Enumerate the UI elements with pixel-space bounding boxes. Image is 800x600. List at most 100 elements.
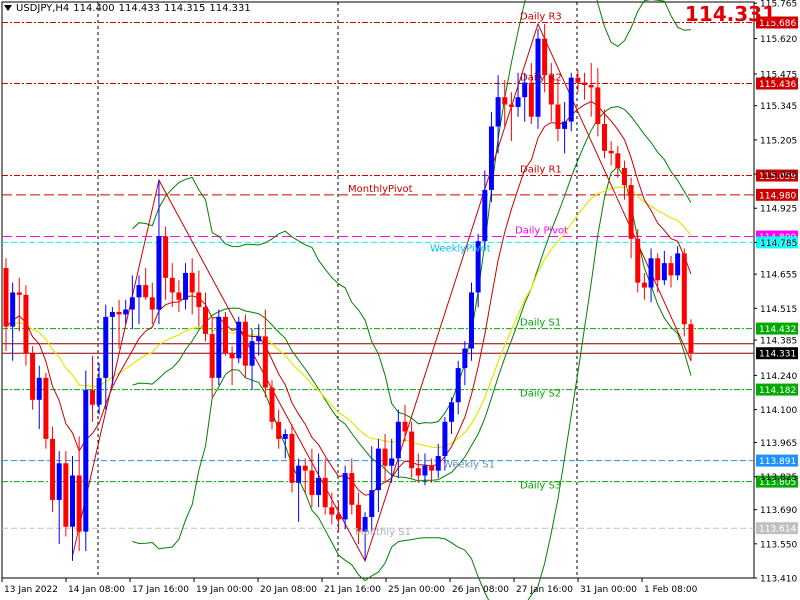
candle-body (302, 465, 308, 471)
candle-body (608, 150, 614, 154)
level-text-daily-r2: Daily R2 (520, 73, 562, 84)
candle-body (615, 153, 621, 168)
candle-body (482, 189, 488, 242)
candle-body (382, 448, 388, 466)
y-tick-label: 113.825 (760, 473, 797, 483)
low-value: 114.315 (164, 3, 206, 14)
candle-body (469, 292, 474, 349)
candle-body (488, 126, 494, 190)
y-tick-label: 114.385 (760, 337, 797, 347)
y-tick-label: 113.690 (760, 506, 797, 516)
y-tick-label: 115.475 (760, 71, 797, 81)
y-tick-label: 114.240 (760, 372, 797, 382)
candle-body (176, 292, 182, 300)
candle-body (236, 321, 242, 359)
candle-body (189, 272, 195, 293)
y-tick-label: 115.345 (760, 102, 797, 112)
candle-body (242, 321, 248, 366)
level-text-daily-s2: Daily S2 (520, 389, 561, 400)
candle-body (409, 431, 415, 469)
candle-body (402, 421, 408, 432)
candle-body (582, 82, 588, 85)
y-tick-label: 115.620 (760, 35, 797, 45)
x-tick-label: 31 Jan 00:00 (580, 585, 637, 595)
price-chart[interactable]: Daily R3 Daily R2 Daily R1 MonthlyPivot Dail… (0, 0, 800, 600)
level-text-daily-pivot: Daily Pivot (515, 226, 568, 237)
current-price-label: 114.331 (759, 350, 796, 360)
candle-body (508, 104, 514, 107)
candle-body (43, 377, 49, 439)
candle-body (103, 316, 109, 378)
y-tick-label: 114.925 (760, 205, 797, 215)
candle-body (276, 421, 282, 439)
candle-body (588, 84, 594, 88)
candle-body (269, 387, 275, 422)
candle-body (56, 463, 62, 500)
candle-body (76, 475, 82, 532)
y-tick-label: 113.550 (760, 540, 797, 550)
candle-body (123, 309, 129, 315)
candle-body (688, 324, 694, 354)
candle-body (89, 390, 95, 405)
y-tick-label: 114.515 (760, 305, 797, 315)
x-tick-label: 26 Jan 08:00 (452, 585, 509, 595)
candle-body (136, 285, 142, 298)
y-tick-label: 115.065 (760, 171, 797, 181)
open-value: 114.400 (73, 3, 115, 14)
x-tick-label: 25 Jan 00:00 (388, 585, 445, 595)
level-text-daily-r1: Daily R1 (520, 165, 562, 176)
candle-body (442, 421, 448, 456)
x-tick-label: 14 Jan 08:00 (68, 585, 125, 595)
level-text-daily-s3: Daily S3 (520, 481, 561, 492)
candle-body (595, 87, 601, 125)
candle-body (3, 268, 9, 327)
candle-body (635, 238, 641, 283)
candle-body (502, 97, 508, 105)
y-tick-label: 113.410 (760, 575, 797, 585)
candle-body (163, 236, 169, 278)
chart-window[interactable]: Daily R3 Daily R2 Daily R1 MonthlyPivot Dail… (0, 0, 800, 600)
candle-body (542, 38, 548, 76)
level-text-weeklypivot: WeeklyPivot (430, 243, 491, 254)
candle-body (249, 341, 255, 366)
candle-body (602, 124, 607, 151)
candle-body (143, 285, 149, 298)
candle-body (648, 258, 654, 288)
candle-body (375, 448, 381, 491)
candle-body (216, 316, 222, 378)
candle-body (455, 368, 461, 403)
symbol-info-bar: USDJPY,H4 114.400 114.433 114.315 114.331 (4, 3, 255, 14)
candle-body (522, 82, 528, 98)
candle-body (229, 353, 235, 359)
candle-body (96, 377, 102, 405)
candle-body (568, 77, 574, 122)
candle-body (675, 253, 681, 276)
dropdown-triangle-icon (4, 5, 12, 11)
level-text-weekly-s1: Weekly S1 (443, 460, 495, 471)
y-tick-label: 114.785 (760, 239, 797, 249)
level-text-monthlypivot: MonthlyPivot (348, 184, 413, 195)
candle-body (342, 473, 348, 520)
level-text-daily-r3: Daily R3 (520, 12, 562, 23)
candle-body (621, 167, 627, 186)
candle-body (349, 473, 355, 505)
level-text-monthly-s1: Monthly S1 (355, 527, 411, 538)
candle-body (36, 377, 42, 400)
last-price-display: 114.331 (684, 2, 776, 26)
high-value: 114.433 (118, 3, 161, 14)
level-price-label: 114.182 (759, 386, 796, 396)
candle-body (256, 336, 262, 342)
candle-body (30, 353, 36, 400)
candle-body (462, 348, 468, 369)
candle-body (415, 468, 421, 476)
candle-body (116, 311, 122, 315)
y-tick-label: 115.205 (760, 136, 797, 146)
candle-body (209, 333, 215, 378)
candle-body (668, 263, 674, 276)
candle-body (336, 514, 341, 520)
x-tick-label: 20 Jan 08:00 (260, 585, 317, 595)
candle-body (681, 253, 687, 325)
candle-body (222, 316, 228, 354)
candle-body (169, 277, 175, 293)
candle-body (641, 282, 647, 288)
